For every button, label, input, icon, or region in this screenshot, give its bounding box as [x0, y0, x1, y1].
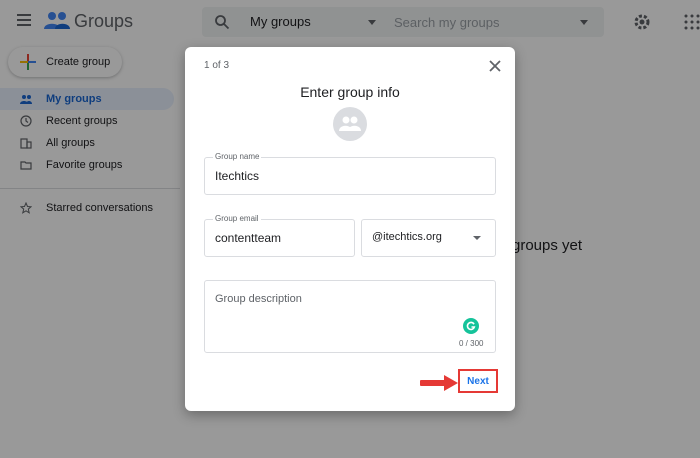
dialog-title: Enter group info [300, 84, 400, 100]
group-people-icon [339, 116, 361, 131]
character-counter: 0 / 300 [459, 339, 484, 348]
next-highlight-box: Next [458, 369, 498, 393]
domain-value: @itechtics.org [372, 231, 442, 243]
domain-select[interactable]: @itechtics.org [361, 219, 496, 257]
next-button[interactable]: Next [460, 371, 496, 391]
group-email-label: Group email [213, 214, 261, 224]
create-group-dialog: 1 of 3 Enter group info Group name Itech… [185, 47, 515, 411]
red-arrow-icon [420, 375, 458, 391]
chevron-down-icon [473, 236, 481, 240]
group-email-value: contentteam [215, 231, 282, 245]
grammarly-icon[interactable] [463, 318, 479, 334]
group-name-label: Group name [213, 152, 262, 162]
group-description-placeholder: Group description [215, 293, 302, 305]
group-email-field[interactable]: Group email contentteam [204, 214, 355, 257]
close-icon[interactable] [488, 59, 502, 73]
group-name-field[interactable]: Group name Itechtics [204, 152, 496, 195]
step-indicator: 1 of 3 [204, 60, 230, 71]
group-name-value: Itechtics [215, 169, 260, 183]
group-description-field[interactable]: Group description 0 / 300 [204, 280, 496, 353]
group-avatar[interactable] [333, 107, 367, 141]
